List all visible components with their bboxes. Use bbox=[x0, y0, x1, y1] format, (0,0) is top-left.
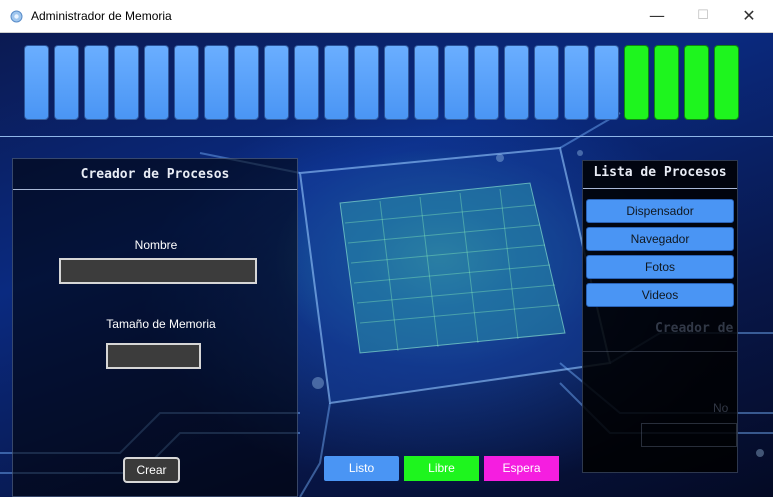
title-bar: Administrador de Memoria — ☐ ✕ bbox=[0, 0, 773, 33]
memory-block-free bbox=[624, 45, 649, 120]
app-icon bbox=[10, 10, 23, 23]
ghost-name-label: No bbox=[713, 401, 729, 415]
process-list-panel: Lista de Procesos Dispensador Navegador … bbox=[582, 160, 738, 473]
memory-block-used bbox=[174, 45, 199, 120]
memory-block-used bbox=[354, 45, 379, 120]
ghost-creator-title: Creador de bbox=[655, 321, 734, 336]
legend-ready-button[interactable]: Listo bbox=[324, 456, 399, 481]
process-creator-panel: Creador de Procesos Nombre Tamaño de Mem… bbox=[12, 158, 298, 497]
memory-block-used bbox=[594, 45, 619, 120]
memory-block-free bbox=[684, 45, 709, 120]
memory-block-used bbox=[444, 45, 469, 120]
memory-block-used bbox=[54, 45, 79, 120]
process-item-dispensador[interactable]: Dispensador bbox=[586, 199, 734, 223]
memory-block-used bbox=[504, 45, 529, 120]
ghost-input bbox=[641, 423, 737, 447]
divider bbox=[13, 189, 297, 190]
memory-block-used bbox=[144, 45, 169, 120]
memory-block-free bbox=[654, 45, 679, 120]
ghost-divider bbox=[583, 351, 737, 352]
name-label: Nombre bbox=[134, 238, 178, 252]
memory-block-used bbox=[84, 45, 109, 120]
process-item-videos[interactable]: Videos bbox=[586, 283, 734, 307]
memory-block-used bbox=[474, 45, 499, 120]
memory-block-used bbox=[114, 45, 139, 120]
memory-block-used bbox=[264, 45, 289, 120]
create-button[interactable]: Crear bbox=[123, 457, 180, 483]
legend-waiting-button[interactable]: Espera bbox=[484, 456, 559, 481]
minimize-button[interactable]: — bbox=[634, 0, 680, 32]
memory-block-used bbox=[324, 45, 349, 120]
memory-block-used bbox=[234, 45, 259, 120]
memory-size-label: Tamaño de Memoria bbox=[106, 317, 216, 331]
memory-block-used bbox=[534, 45, 559, 120]
close-button[interactable]: ✕ bbox=[726, 0, 772, 32]
process-item-fotos[interactable]: Fotos bbox=[586, 255, 734, 279]
memory-block-used bbox=[204, 45, 229, 120]
process-creator-title: Creador de Procesos bbox=[80, 167, 230, 182]
maximize-button[interactable]: ☐ bbox=[680, 0, 726, 32]
memory-block-used bbox=[24, 45, 49, 120]
window-title: Administrador de Memoria bbox=[31, 9, 172, 23]
memory-block-used bbox=[294, 45, 319, 120]
legend-free-button[interactable]: Libre bbox=[404, 456, 479, 481]
memory-block-used bbox=[414, 45, 439, 120]
process-item-navegador[interactable]: Navegador bbox=[586, 227, 734, 251]
process-list-title: Lista de Procesos bbox=[593, 165, 727, 180]
main-area: Creador de Procesos Nombre Tamaño de Mem… bbox=[0, 33, 773, 497]
divider bbox=[0, 136, 773, 137]
memory-block-used bbox=[384, 45, 409, 120]
divider bbox=[583, 188, 737, 189]
memory-block-used bbox=[564, 45, 589, 120]
name-input[interactable] bbox=[59, 258, 257, 284]
memory-size-input[interactable] bbox=[106, 343, 201, 369]
memory-block-free bbox=[714, 45, 739, 120]
